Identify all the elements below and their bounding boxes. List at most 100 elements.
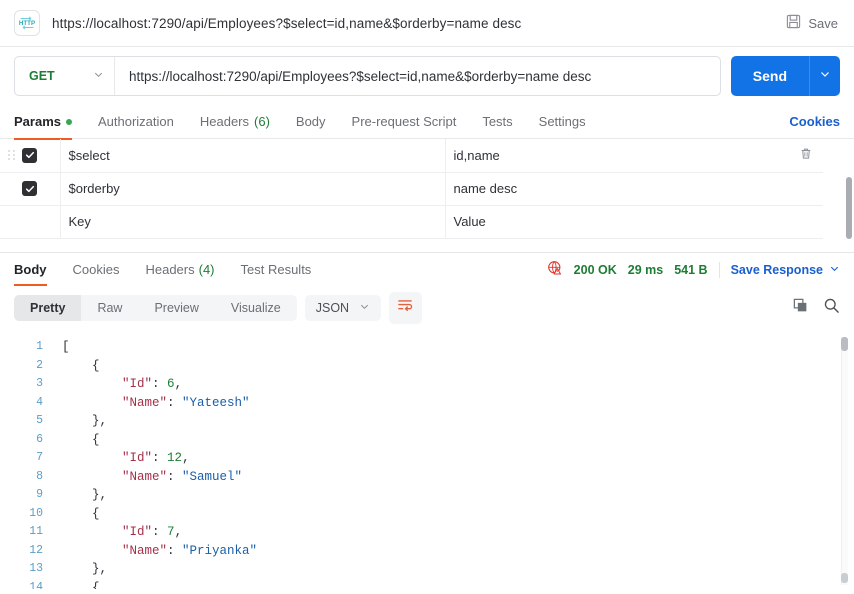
url-input[interactable]: https://localhost:7290/api/Employees?$se… (115, 57, 720, 95)
save-button[interactable]: Save (784, 10, 840, 36)
code-line: 6 { (0, 431, 854, 450)
send-button[interactable]: Send (731, 56, 810, 96)
svg-text:HTTP: HTTP (19, 20, 35, 27)
response-toolbar: Pretty Raw Preview Visualize JSON (0, 286, 854, 332)
param-value-input[interactable]: Value (445, 205, 823, 239)
line-number: 2 (36, 358, 43, 372)
response-size: 541 B (674, 262, 708, 277)
response-tab-headers[interactable]: Headers (4) (132, 253, 227, 286)
param-value-cell[interactable]: name desc (445, 172, 823, 206)
trash-icon[interactable] (799, 147, 813, 164)
cookies-link[interactable]: Cookies (789, 114, 840, 129)
http-icon: HTTP (14, 10, 40, 36)
tab-settings[interactable]: Settings (526, 105, 599, 139)
format-select[interactable]: JSON (304, 295, 382, 321)
line-number: 4 (36, 395, 43, 409)
code-line: 2 { (0, 357, 854, 376)
status-badge: 200 OK (573, 262, 617, 277)
param-value-cell[interactable]: id,name (445, 139, 823, 173)
code-text: }, (92, 414, 108, 428)
line-number: 14 (29, 580, 43, 590)
line-number: 3 (36, 377, 43, 390)
code-text: "Id": 7, (122, 525, 183, 539)
code-line: 11 "Id": 7, (0, 523, 854, 542)
params-table: $select id,name $orderby name desc Key V… (0, 139, 823, 239)
param-key-cell[interactable]: $orderby (60, 172, 446, 206)
view-mode-preview[interactable]: Preview (138, 295, 214, 321)
response-tab-body[interactable]: Body (14, 253, 60, 286)
view-mode-visualize[interactable]: Visualize (215, 295, 297, 321)
save-response-label: Save Response (730, 262, 823, 277)
response-tab-body-label: Body (14, 262, 47, 277)
row-enabled-checkbox[interactable] (22, 214, 37, 229)
code-line: 3 "Id": 6, (0, 375, 854, 394)
code-line: 1[ (0, 338, 854, 357)
tab-pre-request-script[interactable]: Pre-request Script (339, 105, 470, 139)
copy-icon[interactable] (792, 297, 809, 319)
tab-authorization[interactable]: Authorization (85, 105, 187, 139)
drag-handle-icon[interactable] (8, 150, 16, 161)
tab-tests[interactable]: Tests (469, 105, 525, 139)
response-toolbar-actions (792, 297, 840, 319)
param-key-input[interactable]: Key (60, 205, 446, 239)
request-title: https://localhost:7290/api/Employees?$se… (52, 15, 522, 31)
tab-tests-label: Tests (482, 114, 513, 129)
row-controls-cell (0, 172, 61, 206)
send-options-button[interactable] (810, 56, 840, 96)
line-number: 9 (36, 488, 43, 501)
response-scrollbar-track[interactable] (841, 337, 848, 585)
method-select[interactable]: GET (15, 57, 115, 95)
code-line: 14 { (0, 579, 854, 590)
save-response-button[interactable]: Save Response (731, 263, 840, 277)
response-tab-test-results[interactable]: Test Results (228, 253, 325, 286)
code-text: [ (62, 340, 70, 354)
postman-window: HTTP https://localhost:7290/api/Employee… (0, 0, 854, 594)
meta-divider (718, 261, 720, 278)
response-tab-headers-label: Headers (145, 262, 195, 277)
response-tabs: Body Cookies Headers (4) Test Results 20… (0, 253, 854, 286)
param-key-cell[interactable]: $select (60, 139, 446, 173)
param-value-text: id,name (453, 147, 500, 163)
line-number: 8 (36, 469, 43, 483)
response-time: 29 ms (627, 262, 664, 277)
title-bar: HTTP https://localhost:7290/api/Employee… (0, 0, 854, 47)
response-tab-test-results-label: Test Results (240, 262, 312, 277)
row-enabled-checkbox[interactable] (22, 181, 37, 196)
code-line: 9 }, (0, 486, 854, 505)
line-number: 12 (29, 543, 43, 557)
table-row-empty[interactable]: Key Value (0, 205, 823, 239)
panel-divider[interactable] (0, 246, 854, 253)
tab-params-label: Params (14, 114, 61, 129)
code-line: 10 { (0, 505, 854, 524)
response-scrollbar-thumb-bottom[interactable] (841, 573, 848, 583)
response-meta: 200 OK 29 ms 541 B Save Response (547, 260, 840, 279)
code-line: 4 "Name": "Yateesh" (0, 394, 854, 413)
table-row[interactable]: $select id,name (0, 139, 823, 173)
row-controls-cell (0, 205, 61, 239)
tab-headers[interactable]: Headers (6) (187, 105, 283, 139)
search-icon[interactable] (823, 297, 840, 319)
globe-warning-icon[interactable] (547, 260, 563, 279)
tab-settings-label: Settings (538, 114, 586, 129)
wrap-lines-button[interactable] (389, 292, 423, 324)
params-modified-dot-icon (65, 118, 72, 125)
wrap-lines-icon (397, 297, 414, 319)
tab-params[interactable]: Params (14, 105, 85, 140)
row-controls-cell (0, 139, 61, 173)
code-text: { (92, 506, 100, 521)
view-mode-pretty[interactable]: Pretty (14, 295, 82, 321)
params-scrollbar[interactable] (846, 177, 852, 239)
tab-body[interactable]: Body (283, 105, 339, 139)
view-mode-raw[interactable]: Raw (81, 295, 138, 321)
code-line: 5 }, (0, 412, 854, 431)
response-scrollbar-thumb[interactable] (841, 337, 848, 351)
code-text: "Name": "Samuel" (122, 469, 243, 484)
send-button-group: Send (730, 56, 840, 96)
code-text: "Id": 12, (122, 451, 190, 465)
response-body-viewer[interactable]: 1[2 {3 "Id": 6, 4 "Name": "Yateesh" 5 }, 6 … (0, 332, 854, 589)
table-row[interactable]: $orderby name desc (0, 172, 823, 206)
method-label: GET (29, 69, 55, 83)
tab-authorization-label: Authorization (97, 114, 174, 129)
response-tab-cookies[interactable]: Cookies (60, 253, 133, 286)
row-enabled-checkbox[interactable] (22, 147, 37, 163)
